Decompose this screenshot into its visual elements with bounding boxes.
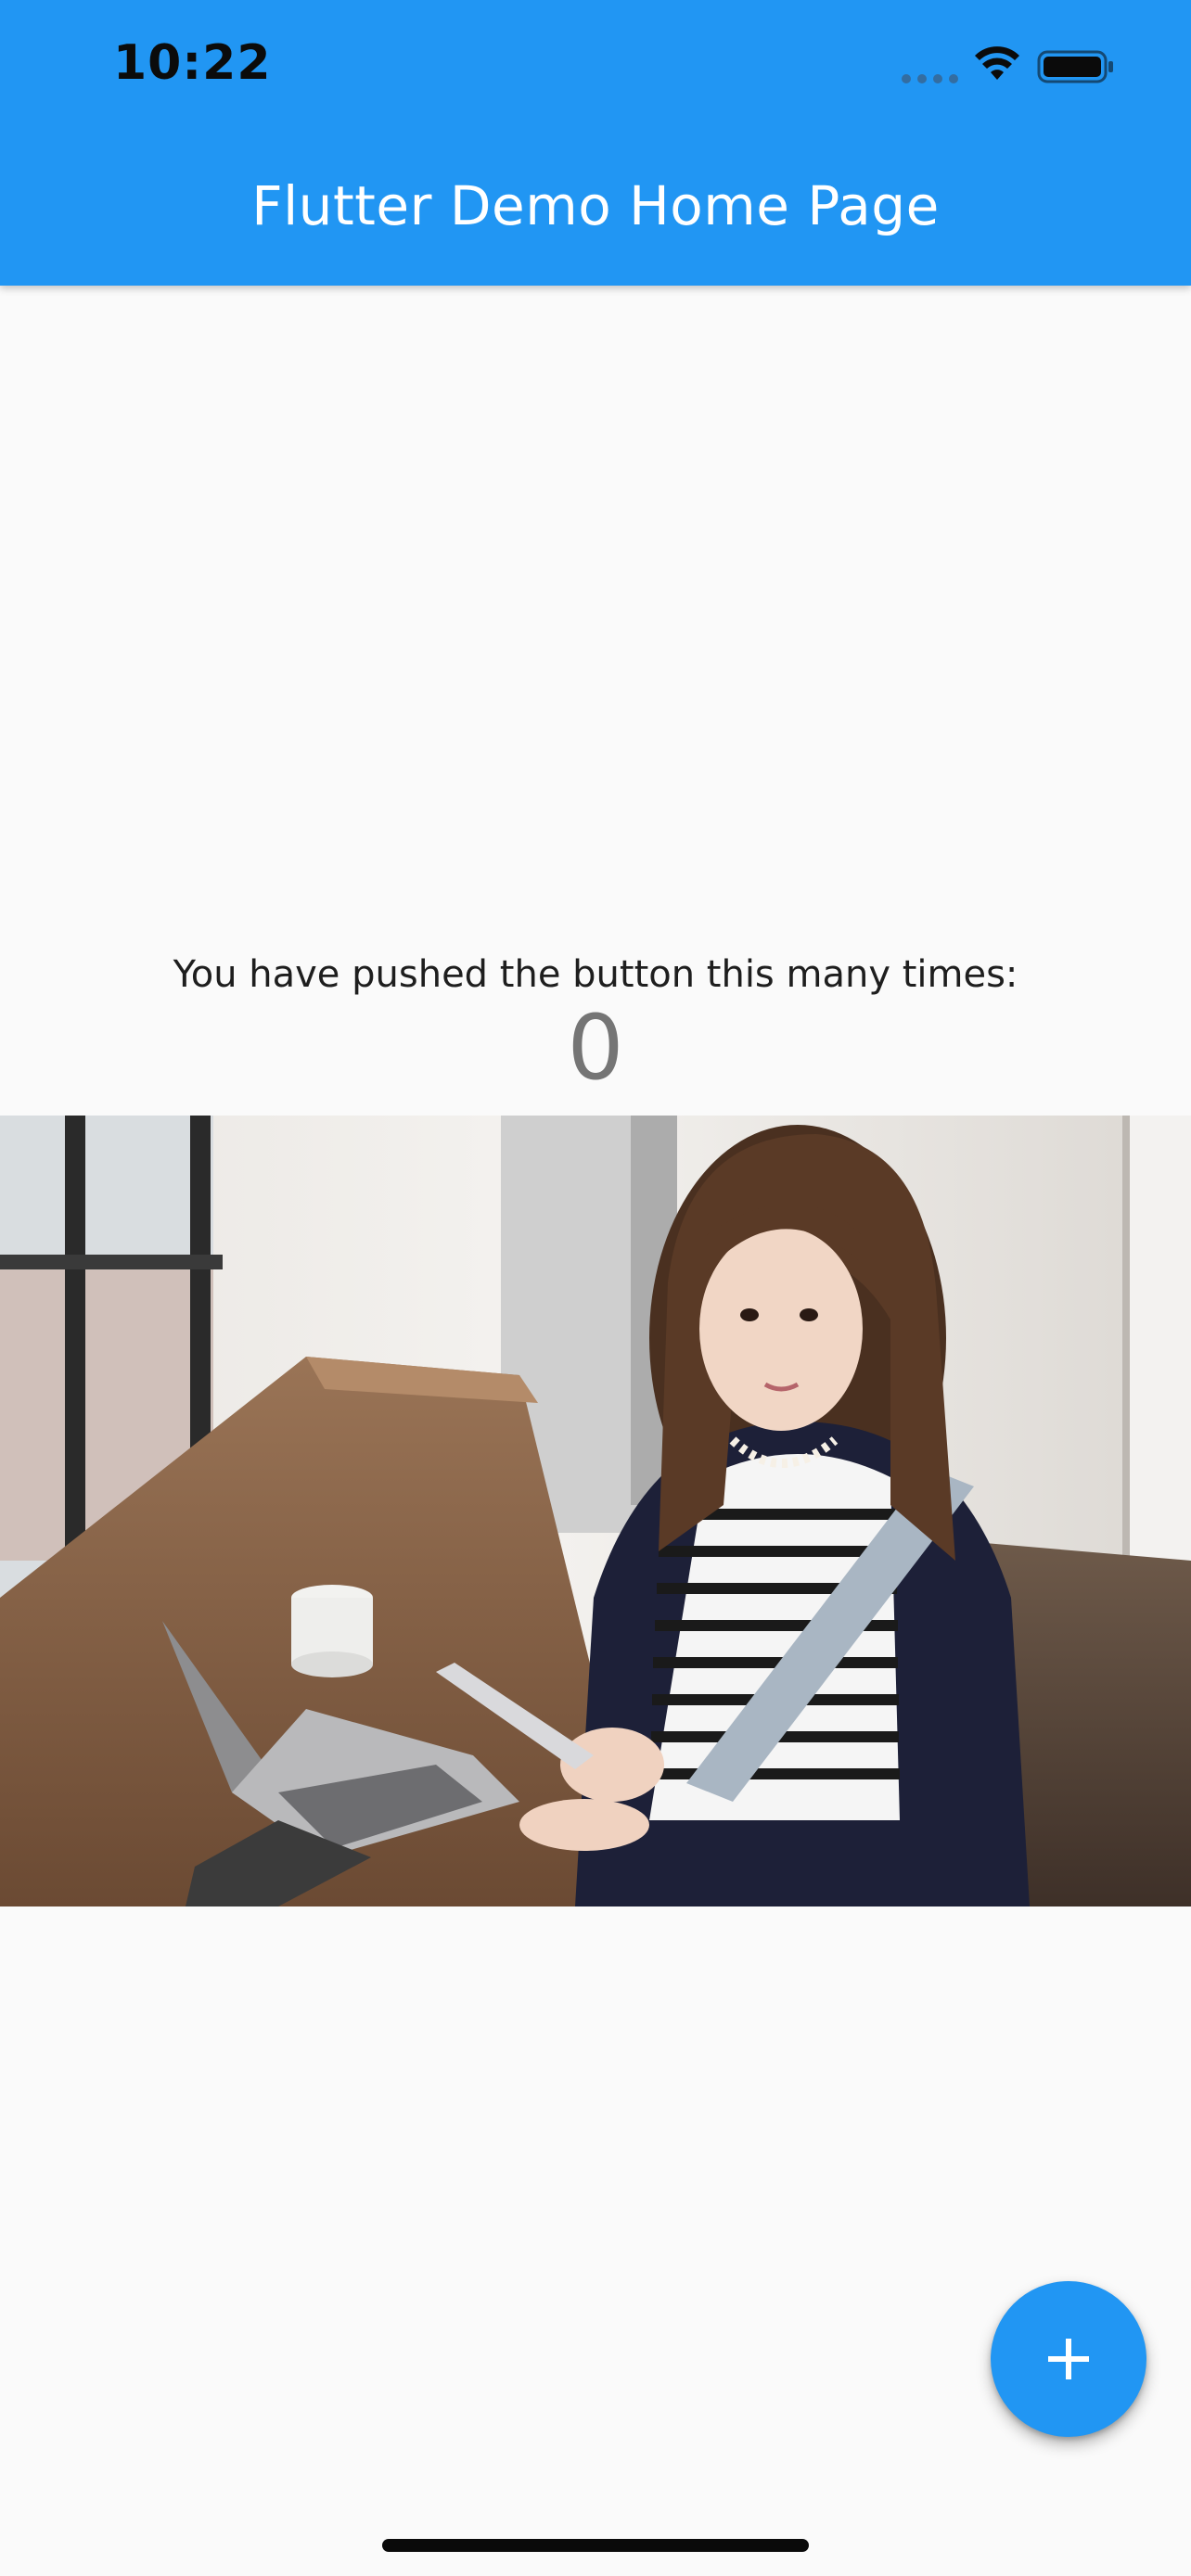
home-indicator[interactable]: [382, 2539, 809, 2552]
increment-button[interactable]: [991, 2281, 1146, 2437]
counter-value: 0: [567, 996, 624, 1100]
add-icon: [1048, 2339, 1089, 2379]
battery-icon: [1037, 50, 1113, 83]
status-time: 10:22: [113, 35, 272, 91]
cellular-signal-icon: [902, 74, 958, 83]
page-title: Flutter Demo Home Page: [251, 174, 940, 237]
photo-image: [0, 1116, 1191, 1906]
wifi-icon: [975, 46, 1019, 80]
counter-label: You have pushed the button this many tim…: [173, 953, 1018, 996]
app-bar: 10:22 Flutter Demo Home Page: [0, 0, 1191, 286]
